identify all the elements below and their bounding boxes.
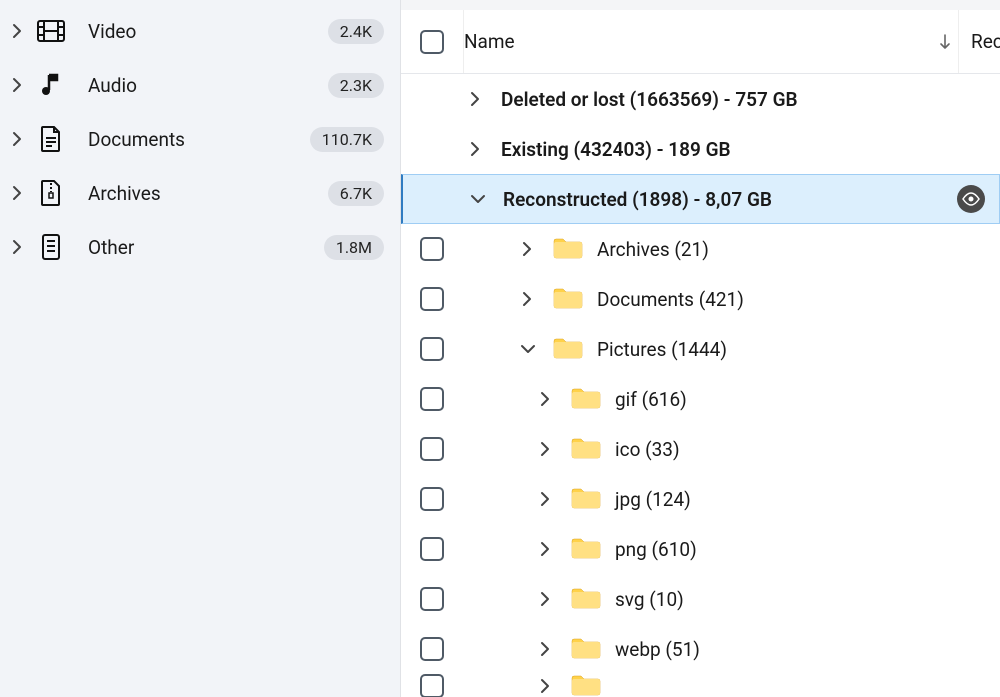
folder-icon [553, 287, 583, 311]
chevron-right-icon[interactable] [533, 486, 559, 512]
sidebar-label: Other [88, 236, 324, 259]
sidebar-label: Video [88, 20, 328, 43]
chevron-right-icon[interactable] [463, 86, 489, 112]
folder-icon [571, 537, 601, 561]
other-icon [36, 232, 66, 262]
archive-icon [36, 178, 66, 208]
count-badge: 6.7K [328, 181, 384, 206]
chevron-down-icon[interactable] [465, 186, 491, 212]
chevron-down-icon[interactable] [515, 336, 541, 362]
chevron-right-icon [8, 129, 28, 149]
chevron-right-icon[interactable] [533, 386, 559, 412]
column-name-label: Name [464, 30, 932, 53]
sidebar-item-audio[interactable]: Audio 2.3K [0, 58, 400, 112]
chevron-right-icon[interactable] [515, 286, 541, 312]
chevron-right-icon [8, 237, 28, 257]
tree-row-partial[interactable] [401, 674, 1000, 697]
tree-row-ico[interactable]: ico (33) [401, 424, 1000, 474]
tree-row-gif[interactable]: gif (616) [401, 374, 1000, 424]
chevron-right-icon [8, 75, 28, 95]
sidebar-item-video[interactable]: Video 2.4K [0, 4, 400, 58]
folder-icon [571, 487, 601, 511]
sidebar-item-other[interactable]: Other 1.8M [0, 220, 400, 274]
row-checkbox[interactable] [401, 637, 463, 661]
sidebar-item-archives[interactable]: Archives 6.7K [0, 166, 400, 220]
row-checkbox[interactable] [401, 237, 463, 261]
sidebar-label: Audio [88, 74, 328, 97]
chevron-right-icon[interactable] [533, 674, 559, 697]
tree-row-deleted[interactable]: Deleted or lost (1663569) - 757 GB [401, 74, 1000, 124]
sidebar: Video 2.4K Audio 2.3K Documents 110.7K A… [0, 0, 400, 697]
tree-row-jpg[interactable]: jpg (124) [401, 474, 1000, 524]
top-strip [401, 0, 1000, 10]
chevron-right-icon [8, 21, 28, 41]
folder-icon [571, 674, 601, 697]
tree-row-reconstructed[interactable]: Reconstructed (1898) - 8,07 GB [401, 174, 1000, 224]
sidebar-item-documents[interactable]: Documents 110.7K [0, 112, 400, 166]
chevron-right-icon [8, 183, 28, 203]
row-checkbox[interactable] [401, 437, 463, 461]
document-icon [36, 124, 66, 154]
row-checkbox[interactable] [401, 287, 463, 311]
tree-row-documents[interactable]: Documents (421) [401, 274, 1000, 324]
row-checkbox[interactable] [401, 537, 463, 561]
chevron-right-icon[interactable] [463, 136, 489, 162]
row-label: Existing (432403) - 189 GB [501, 138, 958, 161]
sidebar-label: Archives [88, 182, 328, 205]
row-checkbox[interactable] [401, 337, 463, 361]
chevron-right-icon[interactable] [515, 236, 541, 262]
column-name[interactable]: Name [463, 10, 958, 73]
eye-icon[interactable] [957, 185, 985, 213]
count-badge: 2.4K [328, 19, 384, 44]
row-label: Archives (21) [597, 238, 958, 261]
chevron-right-icon[interactable] [533, 586, 559, 612]
count-badge: 110.7K [310, 127, 384, 152]
tree-row-pictures[interactable]: Pictures (1444) [401, 324, 1000, 374]
sidebar-label: Documents [88, 128, 310, 151]
row-label: jpg (124) [615, 488, 958, 511]
chevron-right-icon[interactable] [533, 436, 559, 462]
row-label: gif (616) [615, 388, 958, 411]
row-label: png (610) [615, 538, 958, 561]
video-icon [36, 16, 66, 46]
row-label: svg (10) [615, 588, 958, 611]
column-rec[interactable]: Rec [958, 10, 1000, 73]
sort-arrow-icon [932, 33, 958, 51]
column-header: Name Rec [401, 10, 1000, 74]
tree-row-svg[interactable]: svg (10) [401, 574, 1000, 624]
tree-row-existing[interactable]: Existing (432403) - 189 GB [401, 124, 1000, 174]
row-checkbox[interactable] [401, 674, 463, 697]
chevron-right-icon[interactable] [533, 636, 559, 662]
main-panel: Name Rec Deleted or lost (1663569) - 757… [400, 0, 1000, 697]
count-badge: 1.8M [324, 235, 384, 260]
select-all-checkbox[interactable] [401, 30, 463, 54]
row-label: Deleted or lost (1663569) - 757 GB [501, 88, 958, 111]
row-label: webp (51) [615, 638, 958, 661]
folder-icon [553, 237, 583, 261]
row-label: Reconstructed (1898) - 8,07 GB [503, 188, 957, 211]
tree-row-archives[interactable]: Archives (21) [401, 224, 1000, 274]
folder-icon [571, 637, 601, 661]
folder-icon [553, 337, 583, 361]
count-badge: 2.3K [328, 73, 384, 98]
row-checkbox[interactable] [401, 387, 463, 411]
row-label: Documents (421) [597, 288, 958, 311]
folder-icon [571, 437, 601, 461]
tree-row-png[interactable]: png (610) [401, 524, 1000, 574]
file-tree: Deleted or lost (1663569) - 757 GB Exist… [401, 74, 1000, 697]
audio-icon [36, 70, 66, 100]
row-label: ico (33) [615, 438, 958, 461]
tree-row-webp[interactable]: webp (51) [401, 624, 1000, 674]
row-checkbox[interactable] [401, 487, 463, 511]
column-rec-label: Rec [971, 30, 1000, 53]
row-label: Pictures (1444) [597, 338, 958, 361]
chevron-right-icon[interactable] [533, 536, 559, 562]
row-checkbox[interactable] [401, 587, 463, 611]
folder-icon [571, 387, 601, 411]
folder-icon [571, 587, 601, 611]
